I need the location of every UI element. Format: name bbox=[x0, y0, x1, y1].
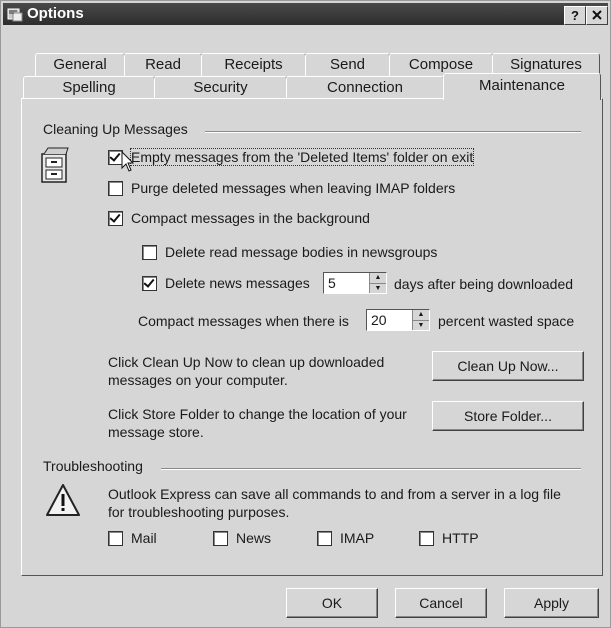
compact-when-prefix: Compact messages when there is bbox=[138, 313, 349, 329]
checkbox-label: Delete read message bodies in newsgroups bbox=[165, 244, 438, 260]
log-news-checkbox[interactable]: News bbox=[213, 530, 271, 546]
checkbox-label: News bbox=[236, 530, 272, 546]
wasted-space-spinner[interactable]: 20 ▲ ▼ bbox=[366, 309, 430, 331]
cleanup-group-separator bbox=[205, 131, 581, 133]
compact-background-checkbox[interactable]: Compact messages in the background bbox=[108, 210, 370, 226]
checkbox-label: Empty messages from the 'Deleted Items' … bbox=[129, 148, 475, 166]
checkbox-label: IMAP bbox=[340, 530, 375, 546]
log-mail-checkbox[interactable]: Mail bbox=[108, 530, 157, 546]
checkbox-label: Purge deleted messages when leaving IMAP… bbox=[131, 180, 456, 196]
spinner-arrows[interactable]: ▲ ▼ bbox=[412, 310, 429, 330]
window-title: Options bbox=[27, 5, 84, 22]
delete-read-bodies-checkbox[interactable]: Delete read message bodies in newsgroups bbox=[142, 244, 437, 260]
checkbox-label: HTTP bbox=[442, 530, 479, 546]
checkbox-label: Delete news messages bbox=[165, 275, 310, 291]
tab-read[interactable]: Read bbox=[124, 53, 202, 76]
spin-down-icon[interactable]: ▼ bbox=[370, 284, 386, 294]
tab-security[interactable]: Security bbox=[154, 76, 287, 99]
spin-up-icon[interactable]: ▲ bbox=[370, 273, 386, 284]
news-days-spinner[interactable]: 5 ▲ ▼ bbox=[323, 272, 387, 294]
checkbox-box bbox=[142, 244, 157, 260]
empty-deleted-items-checkbox[interactable]: Empty messages from the 'Deleted Items' … bbox=[108, 148, 475, 166]
log-http-checkbox[interactable]: HTTP bbox=[419, 530, 479, 546]
file-cabinet-icon bbox=[41, 147, 69, 183]
tab-receipts[interactable]: Receipts bbox=[201, 53, 306, 76]
cleanup-description: Click Clean Up Now to clean up downloade… bbox=[108, 354, 385, 388]
news-days-suffix: days after being downloaded bbox=[394, 276, 574, 292]
clean-up-now-button[interactable]: Clean Up Now... bbox=[432, 351, 584, 381]
apply-button[interactable]: Apply bbox=[504, 588, 599, 618]
checkbox-label: Mail bbox=[131, 530, 157, 546]
checkbox-box bbox=[108, 210, 123, 226]
title-bar: Options ? bbox=[3, 3, 608, 25]
checkbox-box bbox=[419, 530, 434, 546]
spin-up-icon[interactable]: ▲ bbox=[413, 310, 429, 321]
compact-when-suffix: percent wasted space bbox=[438, 313, 575, 329]
news-days-value[interactable]: 5 bbox=[324, 273, 369, 293]
troubleshooting-description: Outlook Express can save all commands to… bbox=[108, 486, 561, 520]
tab-maintenance[interactable]: Maintenance bbox=[443, 73, 601, 100]
tab-send[interactable]: Send bbox=[305, 53, 390, 76]
spinner-arrows[interactable]: ▲ ▼ bbox=[369, 273, 386, 293]
wasted-space-value[interactable]: 20 bbox=[367, 310, 412, 330]
cancel-button[interactable]: Cancel bbox=[395, 588, 487, 618]
options-dialog: Options ? General Read Receipts Send Com… bbox=[0, 0, 611, 628]
checkbox-box bbox=[108, 180, 123, 196]
checkbox-box bbox=[108, 530, 123, 546]
store-description: Click Store Folder to change the locatio… bbox=[108, 406, 407, 440]
troubleshooting-group-label: Troubleshooting bbox=[43, 458, 149, 474]
warning-icon bbox=[46, 484, 80, 516]
ok-button[interactable]: OK bbox=[286, 588, 378, 618]
checkbox-label: Compact messages in the background bbox=[131, 210, 370, 226]
tab-spelling[interactable]: Spelling bbox=[23, 76, 155, 99]
options-app-icon bbox=[7, 8, 23, 22]
purge-imap-checkbox[interactable]: Purge deleted messages when leaving IMAP… bbox=[108, 180, 455, 196]
cleanup-group-label: Cleaning Up Messages bbox=[43, 121, 194, 137]
close-icon bbox=[592, 10, 602, 20]
delete-news-checkbox[interactable]: Delete news messages bbox=[142, 275, 310, 291]
spin-down-icon[interactable]: ▼ bbox=[413, 321, 429, 331]
help-button[interactable]: ? bbox=[564, 6, 586, 25]
checkbox-box bbox=[213, 530, 228, 546]
tab-connection[interactable]: Connection bbox=[286, 76, 444, 99]
checkbox-box bbox=[317, 530, 332, 546]
troubleshooting-group-separator bbox=[161, 468, 581, 470]
checkbox-box bbox=[142, 275, 157, 291]
close-button[interactable] bbox=[586, 6, 608, 25]
log-imap-checkbox[interactable]: IMAP bbox=[317, 530, 374, 546]
mouse-pointer-icon bbox=[121, 151, 135, 172]
tab-general[interactable]: General bbox=[35, 53, 125, 76]
store-folder-button[interactable]: Store Folder... bbox=[432, 401, 584, 431]
